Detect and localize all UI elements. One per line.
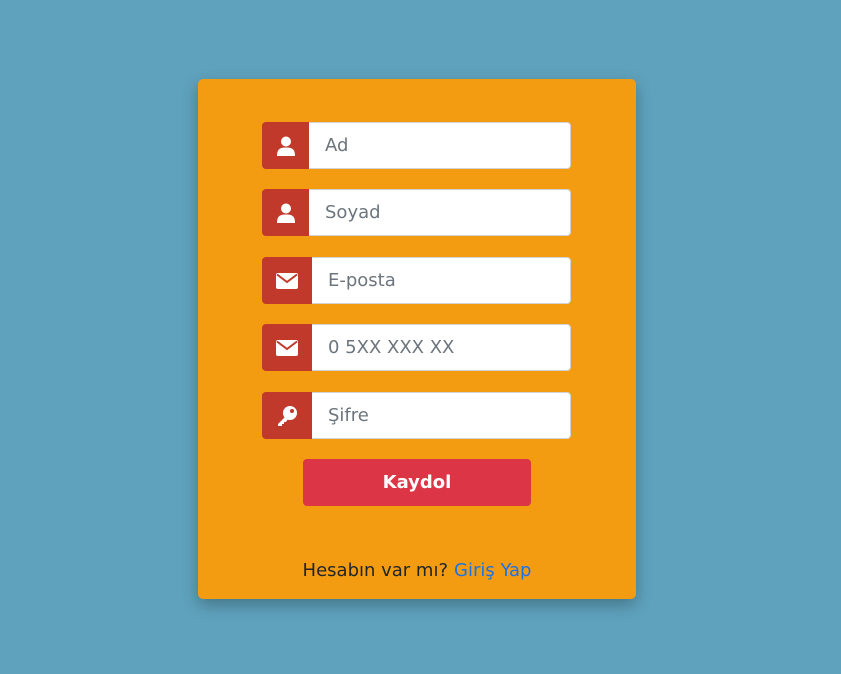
login-prompt-text: Hesabın var mı? — [302, 560, 449, 581]
first-name-input[interactable] — [309, 122, 571, 169]
login-link[interactable]: Giriş Yap — [454, 560, 531, 581]
phone-row — [262, 324, 571, 371]
password-input[interactable] — [312, 392, 571, 439]
user-icon — [262, 122, 309, 169]
envelope-icon — [262, 324, 312, 371]
envelope-icon — [262, 257, 312, 304]
phone-input[interactable] — [312, 324, 571, 371]
email-input[interactable] — [312, 257, 571, 304]
first-name-row — [262, 122, 571, 169]
email-row — [262, 257, 571, 304]
login-prompt: Hesabın var mı? Giriş Yap — [198, 560, 636, 581]
user-icon — [262, 189, 309, 236]
register-card: Kaydol Hesabın var mı?Giriş Yap — [198, 79, 636, 599]
register-button[interactable]: Kaydol — [303, 459, 531, 506]
last-name-input[interactable] — [309, 189, 571, 236]
password-row — [262, 392, 571, 439]
key-icon — [262, 392, 312, 439]
last-name-row — [262, 189, 571, 236]
